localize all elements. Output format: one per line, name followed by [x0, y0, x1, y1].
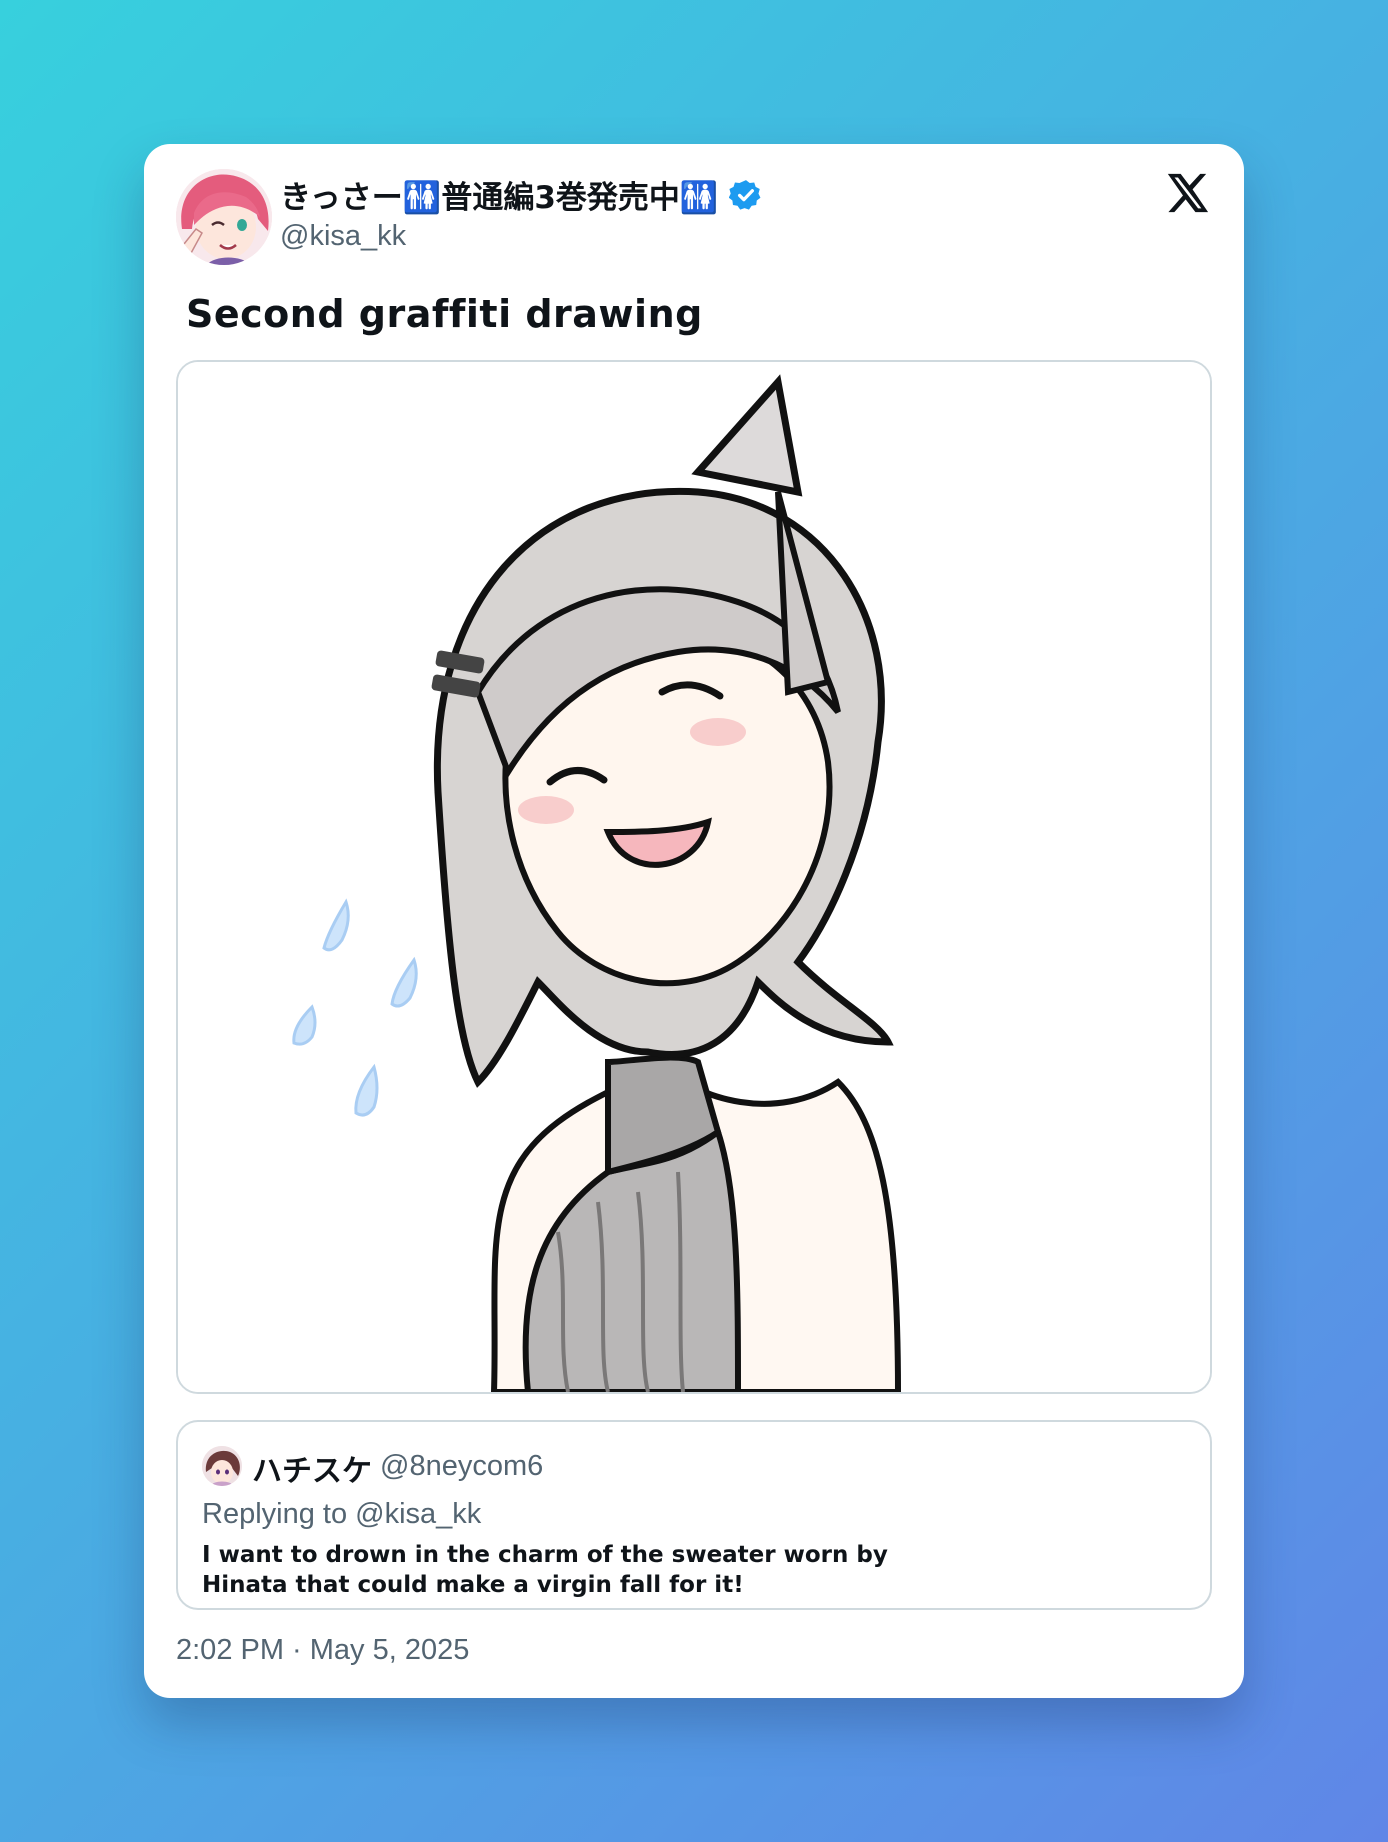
x-logo-icon[interactable]: [1164, 170, 1210, 216]
quoted-tweet[interactable]: ハチスケ @8neycom6 Replying to @kisa_kk I wa…: [176, 1420, 1212, 1610]
quote-avatar-image: [202, 1446, 242, 1486]
tweet-timestamp[interactable]: 2:02 PM · May 5, 2025: [176, 1634, 469, 1667]
quote-author-avatar[interactable]: [202, 1446, 242, 1486]
replying-to-line: Replying to @kisa_kk: [202, 1498, 481, 1531]
quote-author-name[interactable]: ハチスケ: [252, 1446, 372, 1490]
author-handle[interactable]: @kisa_kk: [280, 220, 406, 253]
quote-author-handle[interactable]: @8neycom6: [380, 1450, 543, 1483]
author-display-name[interactable]: きっさー🚻普通編3巻発売中🚻: [280, 172, 763, 217]
verified-badge-icon: [728, 179, 760, 210]
tweet-media-image[interactable]: [176, 360, 1212, 1394]
author-avatar-image: [176, 169, 272, 265]
quote-text: I want to drown in the charm of the swea…: [202, 1542, 888, 1598]
tweet-text: Second graffiti drawing: [186, 292, 703, 336]
author-avatar[interactable]: [176, 169, 272, 265]
replying-to-prefix: Replying to: [202, 1498, 356, 1530]
replying-to-mention[interactable]: @kisa_kk: [355, 1498, 481, 1530]
anime-girl-drawing: [178, 362, 1210, 1392]
author-name-text: きっさー🚻普通編3巻発売中🚻: [280, 180, 719, 216]
tweet-card: きっさー🚻普通編3巻発売中🚻 @kisa_kk Second graffiti …: [144, 144, 1244, 1698]
